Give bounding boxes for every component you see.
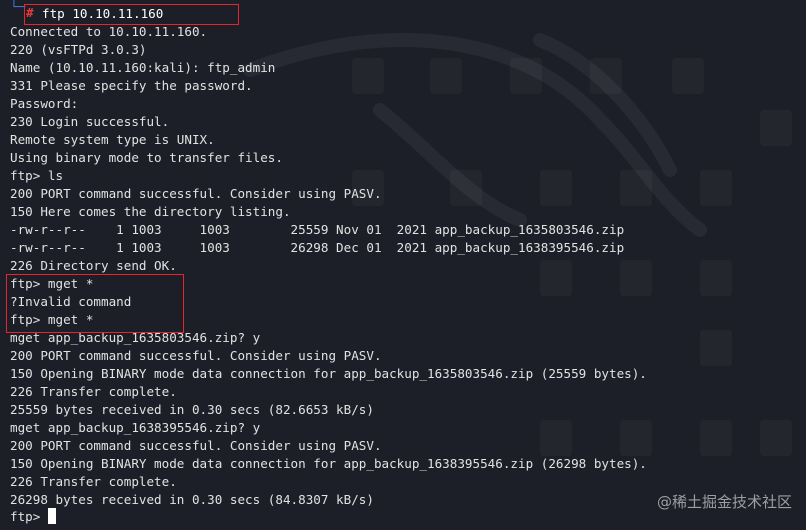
- output-line: 220 (vsFTPd 3.0.3): [10, 42, 147, 57]
- output-line: -rw-r--r-- 1 1003 1003 25559 Nov 01 2021…: [10, 222, 625, 237]
- output-line: 200 PORT command successful. Consider us…: [10, 438, 382, 453]
- output-line: 25559 bytes received in 0.30 secs (82.66…: [10, 402, 374, 417]
- input-prompt-line[interactable]: ftp>: [10, 508, 48, 526]
- output-line: 226 Directory send OK.: [10, 258, 177, 273]
- output-line: 226 Transfer complete.: [10, 474, 177, 489]
- output-line: Name (10.10.11.160:kali): ftp_admin: [10, 60, 276, 75]
- output-line: ftp> mget *: [10, 312, 94, 327]
- output-line: ftp> mget *: [10, 276, 94, 291]
- output-line: 150 Opening BINARY mode data connection …: [10, 456, 647, 471]
- output-line: mget app_backup_1638395546.zip? y: [10, 420, 261, 435]
- terminal-window[interactable]: └─ # ftp 10.10.11.160 Connected to 10.10…: [0, 0, 806, 530]
- output-line: mget app_backup_1635803546.zip? y: [10, 330, 261, 345]
- output-line: ?Invalid command: [10, 294, 132, 309]
- output-line: 150 Opening BINARY mode data connection …: [10, 366, 647, 381]
- output-line: 331 Please specify the password.: [10, 78, 253, 93]
- output-line: -rw-r--r-- 1 1003 1003 26298 Dec 01 2021…: [10, 240, 625, 255]
- output-line: 230 Login successful.: [10, 114, 170, 129]
- site-watermark: @稀土掘金技术社区: [656, 493, 792, 511]
- output-line: Using binary mode to transfer files.: [10, 150, 283, 165]
- output-line: 200 PORT command successful. Consider us…: [10, 186, 382, 201]
- output-line: ftp> ls: [10, 168, 64, 183]
- output-line: Connected to 10.10.11.160.: [10, 24, 208, 39]
- output-line: 26298 bytes received in 0.30 secs (84.83…: [10, 492, 374, 507]
- prompt-corner-glyph: └─: [10, 0, 26, 14]
- output-line: 150 Here comes the directory listing.: [10, 204, 291, 219]
- output-line: Remote system type is UNIX.: [10, 132, 215, 147]
- output-line: Password:: [10, 96, 79, 111]
- ftp-command: ftp 10.10.11.160: [42, 6, 164, 21]
- output-line: 200 PORT command successful. Consider us…: [10, 348, 382, 363]
- text-cursor: [48, 508, 56, 524]
- output-line: 226 Transfer complete.: [10, 384, 177, 399]
- root-prompt-hash: #: [26, 5, 34, 20]
